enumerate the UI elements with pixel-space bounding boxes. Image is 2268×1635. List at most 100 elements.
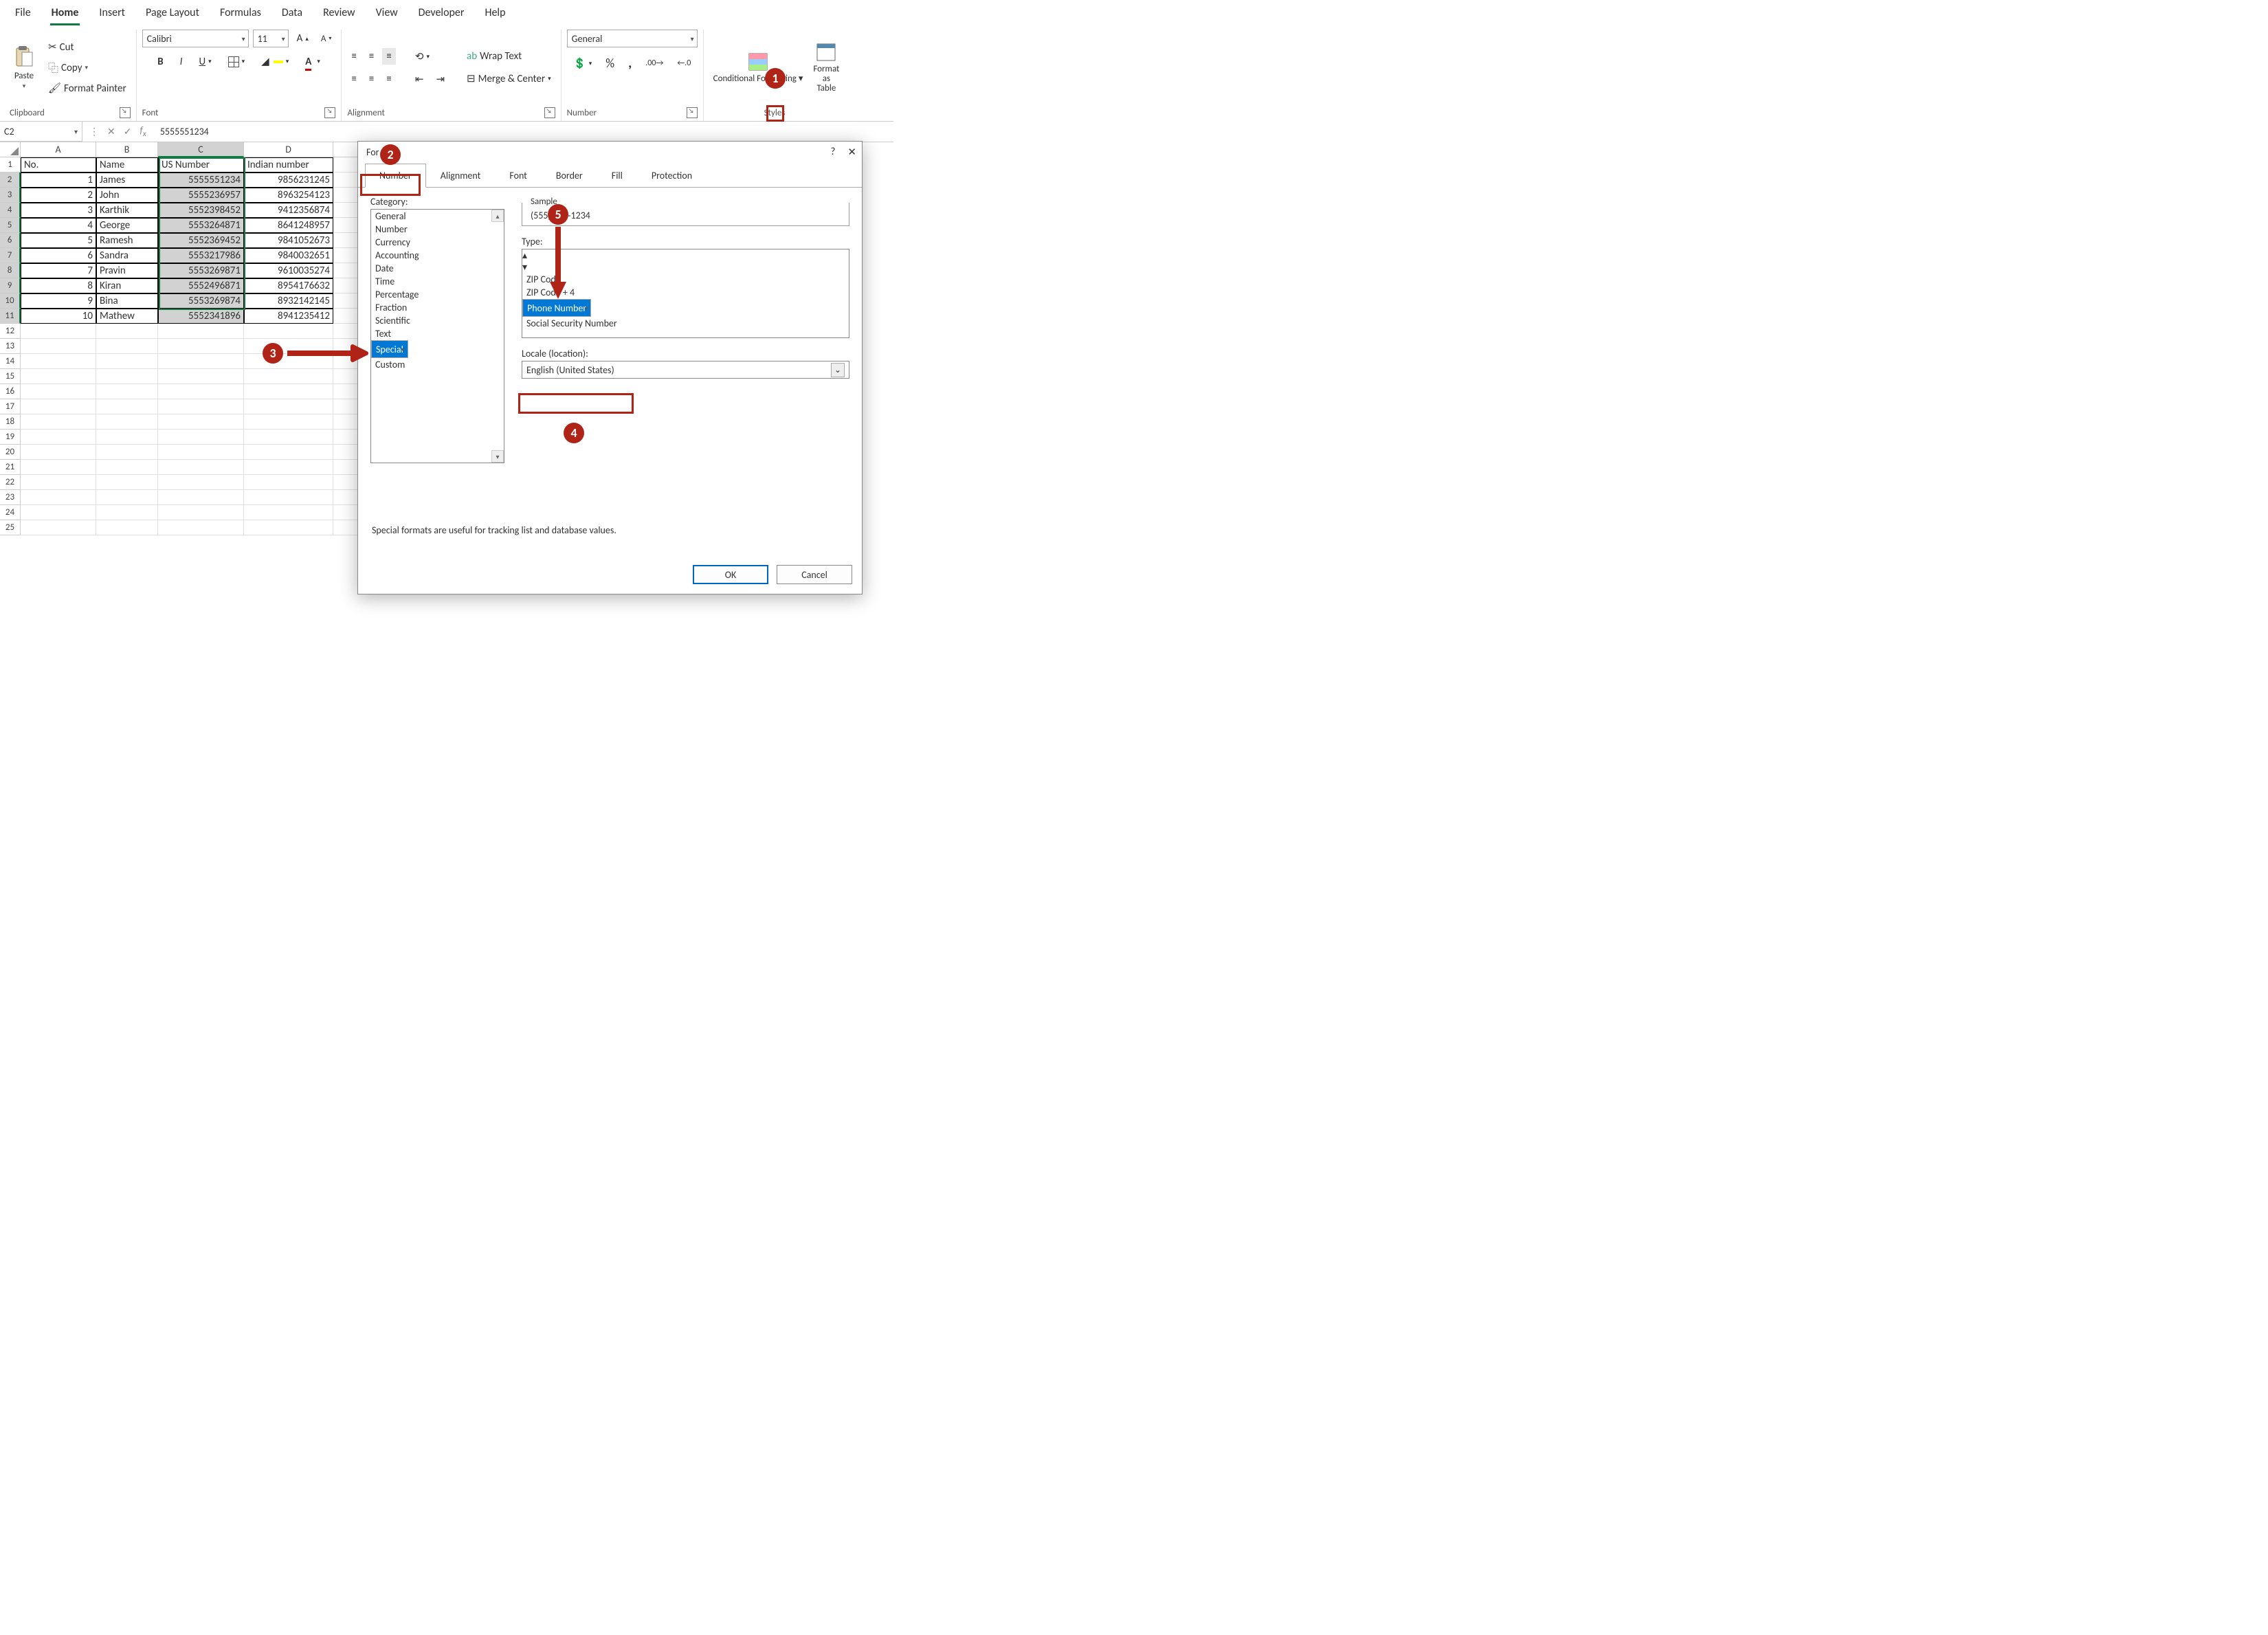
row-header-24[interactable]: 24 (0, 505, 21, 520)
cell[interactable] (96, 520, 158, 535)
increase-indent-button[interactable]: ⇥ (432, 71, 449, 88)
tab-file[interactable]: File (14, 3, 32, 25)
scroll-up-icon[interactable]: ▴ (522, 249, 849, 261)
orientation-button[interactable]: ⟲ ▾ (411, 48, 434, 65)
row-header-18[interactable]: 18 (0, 414, 21, 430)
tab-home[interactable]: Home (50, 3, 80, 25)
font-size-select[interactable]: 11 (253, 30, 289, 47)
cell[interactable] (158, 414, 244, 430)
tab-developer[interactable]: Developer (417, 3, 466, 25)
cell-us[interactable]: 5552398452 (158, 203, 244, 218)
cell[interactable] (244, 505, 333, 520)
dialog-tab-font[interactable]: Font (495, 164, 542, 188)
font-name-select[interactable]: Calibri (142, 30, 249, 47)
cut-button[interactable]: ✂ Cut (44, 38, 131, 56)
cell[interactable] (96, 324, 158, 339)
align-top-button[interactable]: ≡ (347, 48, 360, 65)
font-color-button[interactable]: A ▾ (301, 54, 324, 70)
category-item[interactable]: General (371, 210, 504, 223)
cell[interactable] (21, 490, 96, 505)
tab-formulas[interactable]: Formulas (219, 3, 263, 25)
dialog-tab-alignment[interactable]: Alignment (426, 164, 496, 188)
cell[interactable] (21, 460, 96, 475)
category-item[interactable]: Accounting (371, 249, 504, 262)
alignment-dialog-launcher[interactable] (544, 107, 555, 118)
category-item[interactable]: Percentage (371, 288, 504, 301)
cell-us[interactable]: 5553269874 (158, 293, 244, 309)
italic-button[interactable]: I (176, 54, 187, 70)
cell[interactable] (96, 445, 158, 460)
cell-no[interactable]: 4 (21, 218, 96, 233)
cell[interactable] (96, 430, 158, 445)
cell[interactable] (21, 369, 96, 384)
cell[interactable] (244, 430, 333, 445)
cell-in[interactable]: 9856231245 (244, 173, 333, 188)
format-table-button[interactable]: Format as Table (812, 40, 840, 97)
tab-view[interactable]: View (375, 3, 399, 25)
cell-no[interactable]: 3 (21, 203, 96, 218)
cell-no[interactable]: 2 (21, 188, 96, 203)
category-item[interactable]: Custom (371, 358, 504, 371)
cell[interactable] (158, 490, 244, 505)
cell[interactable] (96, 339, 158, 354)
type-item[interactable]: ZIP Code (522, 273, 849, 286)
cell[interactable] (96, 369, 158, 384)
row-header-20[interactable]: 20 (0, 445, 21, 460)
cell[interactable] (158, 460, 244, 475)
cell-in[interactable]: 9412356874 (244, 203, 333, 218)
category-item[interactable]: Time (371, 275, 504, 288)
row-header-4[interactable]: 4 (0, 203, 21, 218)
column-header-B[interactable]: B (96, 142, 158, 157)
cell-name[interactable]: Sandra (96, 248, 158, 263)
cell-no[interactable]: 5 (21, 233, 96, 248)
type-item[interactable]: ZIP Code + 4 (522, 286, 849, 299)
type-listbox[interactable]: ▴ ▾ ZIP CodeZIP Code + 4Phone NumberSoci… (522, 249, 849, 338)
cell[interactable] (158, 369, 244, 384)
cell-us[interactable]: 5555236957 (158, 188, 244, 203)
cell-us[interactable]: 5553217986 (158, 248, 244, 263)
clipboard-dialog-launcher[interactable] (120, 107, 131, 118)
font-dialog-launcher[interactable] (324, 107, 335, 118)
cell[interactable] (244, 520, 333, 535)
tab-insert[interactable]: Insert (98, 3, 126, 25)
cell-in[interactable]: 9840032651 (244, 248, 333, 263)
row-header-21[interactable]: 21 (0, 460, 21, 475)
type-item[interactable]: Social Security Number (522, 317, 849, 330)
enter-icon[interactable]: ✓ (124, 126, 132, 137)
cell[interactable] (21, 520, 96, 535)
cell[interactable] (158, 339, 244, 354)
close-button[interactable]: ✕ (847, 146, 856, 159)
cell-no[interactable]: 10 (21, 309, 96, 324)
cancel-button[interactable]: Cancel (777, 565, 852, 584)
category-item[interactable]: Number (371, 223, 504, 236)
cell[interactable] (244, 445, 333, 460)
increase-font-button[interactable]: A▴ (293, 30, 313, 47)
cell[interactable] (21, 324, 96, 339)
header-cell[interactable]: Indian number (244, 157, 333, 173)
cell-no[interactable]: 8 (21, 278, 96, 293)
row-header-6[interactable]: 6 (0, 233, 21, 248)
row-header-22[interactable]: 22 (0, 475, 21, 490)
row-header-10[interactable]: 10 (0, 293, 21, 309)
header-cell[interactable]: Name (96, 157, 158, 173)
cell-name[interactable]: Ramesh (96, 233, 158, 248)
row-header-7[interactable]: 7 (0, 248, 21, 263)
cell-in[interactable]: 8941235412 (244, 309, 333, 324)
header-cell[interactable]: No. (21, 157, 96, 173)
copy-button[interactable]: ⿻ Copy ▾ (44, 58, 131, 77)
cell-us[interactable]: 5555551234 (158, 173, 244, 188)
cell-no[interactable]: 1 (21, 173, 96, 188)
row-header-8[interactable]: 8 (0, 263, 21, 278)
cell[interactable] (96, 384, 158, 399)
cell-name[interactable]: George (96, 218, 158, 233)
cell-no[interactable]: 9 (21, 293, 96, 309)
underline-button[interactable]: U ▾ (194, 54, 215, 70)
cell-in[interactable]: 8954176632 (244, 278, 333, 293)
decrease-font-button[interactable]: A▾ (317, 32, 336, 46)
row-header-14[interactable]: 14 (0, 354, 21, 369)
cell[interactable] (158, 430, 244, 445)
column-header-D[interactable]: D (244, 142, 333, 157)
cell-name[interactable]: Pravin (96, 263, 158, 278)
column-header-C[interactable]: C (158, 142, 244, 157)
cell[interactable] (21, 354, 96, 369)
